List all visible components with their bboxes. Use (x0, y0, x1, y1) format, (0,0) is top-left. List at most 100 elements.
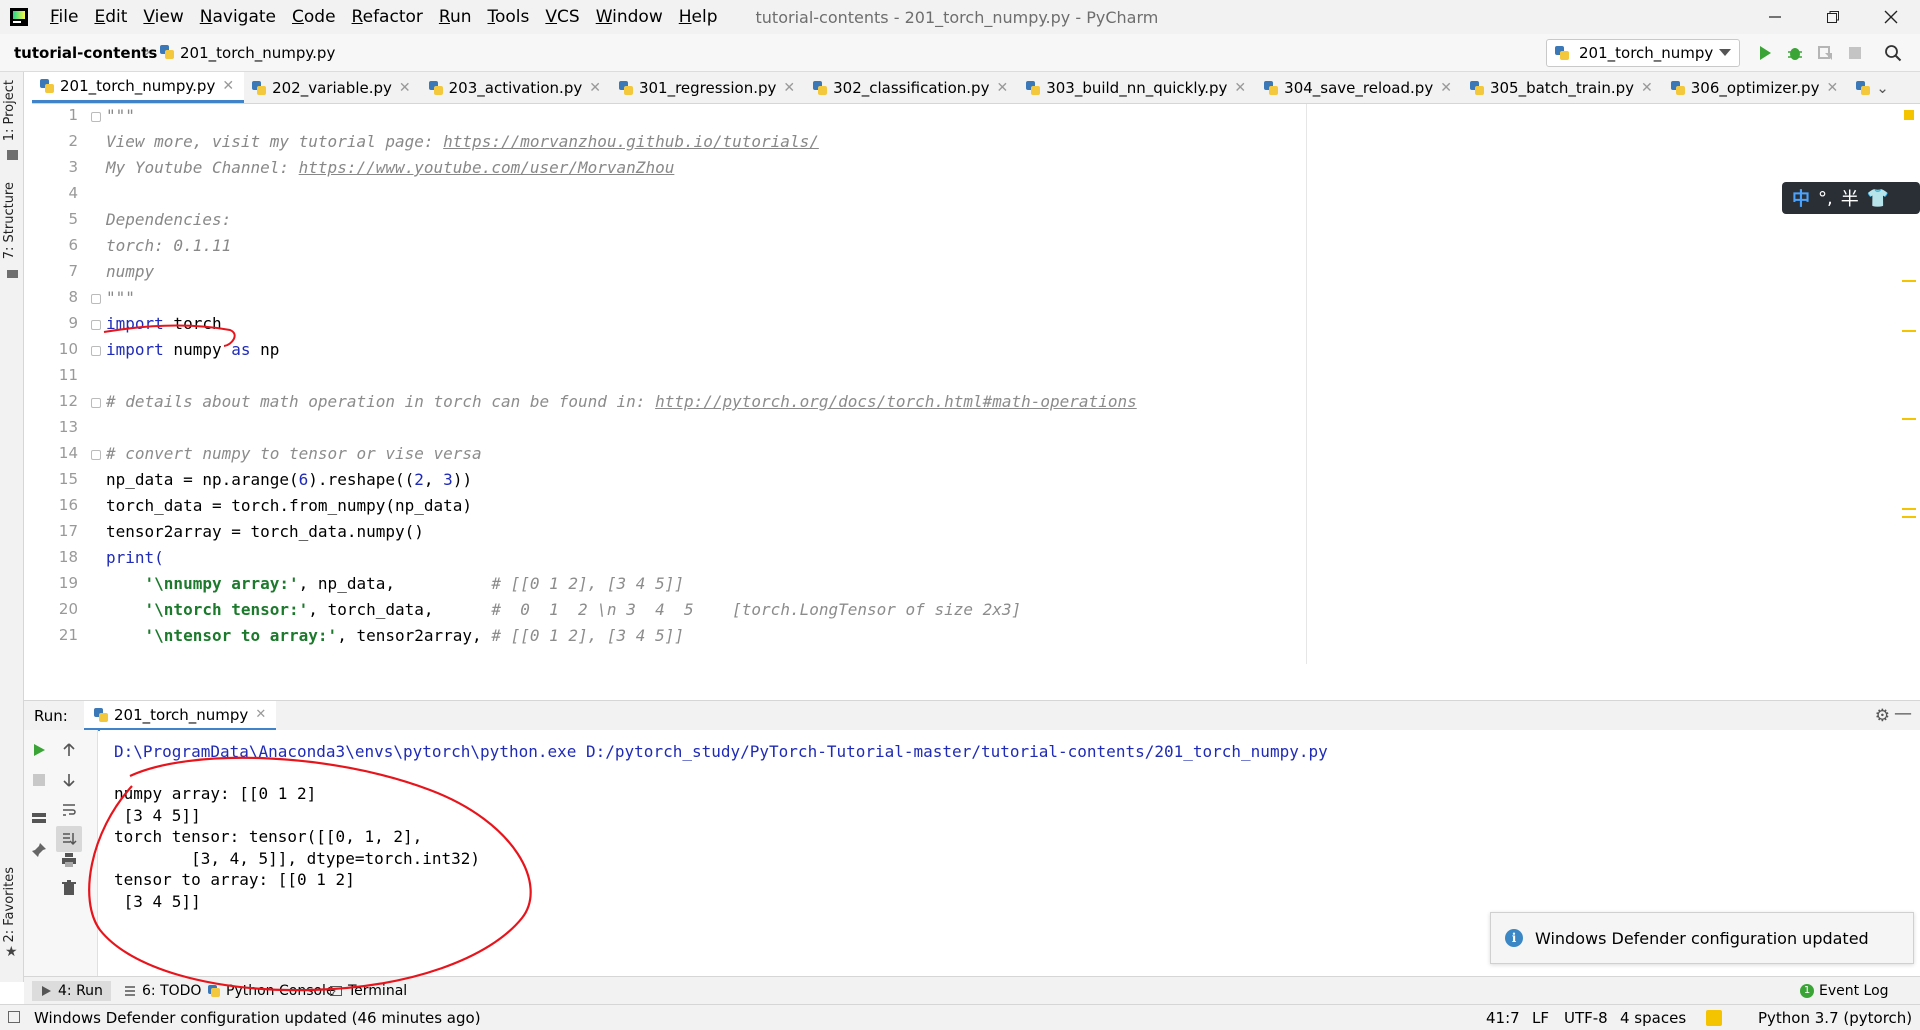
menu-edit[interactable]: Edit (86, 7, 135, 27)
tool-window-bar: 4: Run 6: TODO Python Console Terminal 1… (24, 976, 1920, 1004)
stop-icon[interactable] (1846, 44, 1864, 62)
soft-wrap-icon[interactable] (61, 802, 77, 818)
menu-view[interactable]: View (135, 7, 191, 27)
code-line-3: My Youtube Channel: https://www.youtube.… (106, 158, 674, 178)
lock-icon[interactable] (1706, 1010, 1722, 1026)
tool-tab-structure[interactable]: 7: Structure (2, 182, 17, 259)
ime-skin-icon[interactable]: 👕 (1867, 188, 1889, 209)
menu-run[interactable]: Run (431, 7, 480, 27)
tool-tab-terminal[interactable]: Terminal (322, 981, 415, 1001)
close-tab-icon[interactable]: ✕ (1826, 80, 1838, 96)
console-output-line: [3, 4, 5]], dtype=torch.int32) (114, 849, 481, 868)
toggle-tool-windows-icon[interactable] (8, 1011, 20, 1023)
line-separator[interactable]: LF (1532, 1009, 1549, 1027)
warning-marker[interactable] (1902, 508, 1916, 510)
close-tab-icon[interactable]: ✕ (1641, 80, 1653, 96)
notification-balloon[interactable]: i Windows Defender configuration updated (1490, 912, 1914, 964)
menu-refactor[interactable]: Refactor (344, 7, 431, 27)
tool-tab-favorites[interactable]: 2: Favorites (2, 867, 17, 943)
more-tabs-button[interactable]: ⌄ (1848, 72, 1897, 103)
menu-window[interactable]: Window (588, 7, 671, 27)
ime-punctuation[interactable]: °, (1818, 188, 1833, 209)
run-configuration-select[interactable]: 201_torch_numpy (1546, 39, 1740, 67)
stop-icon[interactable] (31, 772, 47, 788)
hide-panel-icon[interactable]: — (1894, 703, 1912, 724)
breadcrumb-file[interactable]: 201_torch_numpy.py (180, 44, 335, 62)
tab-302-classification[interactable]: 302_classification.py ✕ (805, 72, 1018, 103)
menu-tools[interactable]: Tools (480, 7, 538, 27)
close-window-button[interactable] (1866, 0, 1916, 34)
youtube-link[interactable]: https://www.youtube.com/user/MorvanZhou (299, 158, 675, 177)
caret-position[interactable]: 41:7 (1486, 1009, 1520, 1027)
minimize-button[interactable] (1750, 0, 1800, 34)
close-tab-icon[interactable]: ✕ (1234, 80, 1246, 96)
docstring-text: View more, visit my tutorial page: (106, 132, 444, 151)
event-log-badge-icon: 1 (1800, 984, 1814, 998)
tab-301-regression[interactable]: 301_regression.py ✕ (611, 72, 805, 103)
warning-marker[interactable] (1902, 330, 1916, 332)
warning-marker[interactable] (1902, 516, 1916, 518)
folder-icon (7, 150, 18, 160)
ime-half-width[interactable]: 半 (1841, 185, 1859, 211)
tab-304-save-reload[interactable]: 304_save_reload.py ✕ (1256, 72, 1462, 103)
close-tab-icon[interactable]: ✕ (1440, 80, 1452, 96)
python-config-icon (1555, 46, 1569, 60)
menu-code[interactable]: Code (284, 7, 344, 27)
trash-icon[interactable] (61, 880, 77, 896)
tab-label: 305_batch_train.py (1489, 78, 1634, 97)
gear-icon[interactable]: ⚙ (1875, 706, 1890, 726)
run-tab[interactable]: 201_torch_numpy ✕ (84, 701, 277, 731)
tool-tab-run[interactable]: 4: Run (32, 981, 111, 1001)
close-tab-icon[interactable]: ✕ (996, 80, 1008, 96)
indent-setting[interactable]: 4 spaces (1620, 1009, 1686, 1027)
menu-navigate[interactable]: Navigate (192, 7, 284, 27)
tool-tab-todo[interactable]: 6: TODO (116, 981, 209, 1001)
tab-203-activation[interactable]: 203_activation.py ✕ (421, 72, 611, 103)
file-encoding[interactable]: UTF-8 (1564, 1009, 1608, 1027)
menu-help[interactable]: Help (671, 7, 726, 27)
tab-201-torch-numpy[interactable]: 201_torch_numpy.py ✕ (32, 72, 245, 103)
layout-icon[interactable] (31, 810, 47, 826)
warning-marker[interactable] (1902, 280, 1916, 282)
module-name: numpy (163, 340, 232, 359)
console-output-line: [3 4 5]] (114, 892, 201, 911)
pin-icon[interactable] (31, 842, 47, 858)
close-tab-icon[interactable]: ✕ (222, 78, 234, 94)
close-tab-icon[interactable]: ✕ (255, 707, 266, 722)
tool-tab-event-log[interactable]: 1 Event Log (1792, 981, 1897, 1001)
python-file-icon (160, 45, 174, 59)
python-interpreter[interactable]: Python 3.7 (pytorch) (1758, 1009, 1912, 1027)
scroll-to-end-button[interactable] (56, 826, 82, 852)
search-icon[interactable] (1884, 44, 1902, 62)
menu-vcs[interactable]: VCS (537, 7, 587, 27)
run-icon[interactable] (1756, 44, 1774, 62)
ime-mode-indicator[interactable]: 中 (1792, 185, 1810, 211)
python-file-icon (1469, 80, 1484, 95)
debug-icon[interactable] (1786, 44, 1804, 62)
close-tab-icon[interactable]: ✕ (399, 80, 411, 96)
rerun-icon[interactable] (31, 742, 47, 758)
status-message[interactable]: Windows Defender configuration updated (… (34, 1009, 481, 1027)
close-tab-icon[interactable]: ✕ (783, 80, 795, 96)
tab-305-batch-train[interactable]: 305_batch_train.py ✕ (1462, 72, 1663, 103)
breadcrumb-project[interactable]: tutorial-contents (14, 44, 157, 62)
ime-toolbar[interactable]: 中 °, 半 👕 (1782, 182, 1920, 214)
close-tab-icon[interactable]: ✕ (589, 80, 601, 96)
arrow-up-icon[interactable] (61, 742, 77, 758)
tab-303-build-nn-quickly[interactable]: 303_build_nn_quickly.py ✕ (1018, 72, 1256, 103)
coverage-icon[interactable] (1816, 44, 1834, 62)
arrow-down-icon[interactable] (61, 772, 77, 788)
restore-button[interactable] (1808, 0, 1858, 34)
docs-link[interactable]: http://pytorch.org/docs/torch.html#math-… (655, 392, 1137, 411)
code-line-7: numpy (106, 262, 154, 282)
menu-file[interactable]: File (42, 7, 86, 27)
code-text: , (423, 470, 444, 489)
tutorial-link[interactable]: https://morvanzhou.github.io/tutorials/ (443, 132, 819, 151)
warning-marker[interactable] (1902, 418, 1916, 420)
tab-202-variable[interactable]: 202_variable.py ✕ (244, 72, 421, 103)
print-icon[interactable] (61, 852, 77, 868)
warning-indicator-icon[interactable] (1904, 110, 1914, 120)
tab-306-optimizer[interactable]: 306_optimizer.py ✕ (1663, 72, 1848, 103)
tool-tab-project[interactable]: 1: Project (2, 80, 17, 141)
code-editor[interactable]: """ View more, visit my tutorial page: h… (100, 104, 1306, 664)
